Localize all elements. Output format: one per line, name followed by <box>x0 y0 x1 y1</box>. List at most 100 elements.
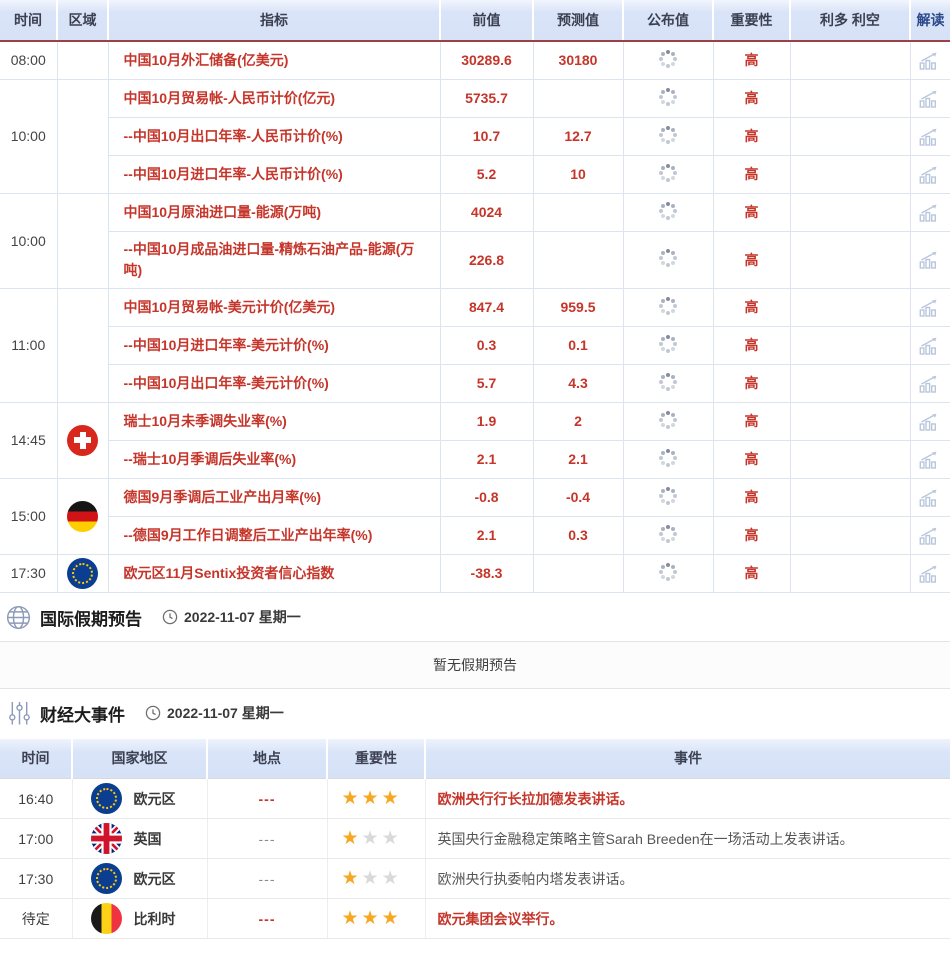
interpretation-cell[interactable] <box>910 231 950 288</box>
indicator-row: --中国10月出口年率-美元计价(%)5.74.3高 <box>0 364 950 402</box>
published-value-cell <box>623 478 713 516</box>
eu-flag-icon <box>91 863 122 894</box>
star-icon: ★ <box>362 868 379 889</box>
interpretation-cell[interactable] <box>910 440 950 478</box>
chart-icon[interactable] <box>919 564 941 583</box>
importance-cell: 高 <box>713 288 790 326</box>
chart-icon[interactable] <box>919 89 941 108</box>
events-table-body: 16:40欧元区---★★★欧洲央行行长拉加德发表讲话。17:00英国---★★… <box>0 779 950 939</box>
indicator-row: --中国10月进口年率-人民币计价(%)5.210高 <box>0 155 950 193</box>
col-header-previous: 前值 <box>440 0 533 41</box>
chart-icon[interactable] <box>919 450 941 469</box>
previous-value: 847.4 <box>440 288 533 326</box>
calendar-table-body: 08:00中国10月外汇储备(亿美元)30289.630180高10:00中国1… <box>0 41 950 592</box>
star-icon: ★ <box>362 788 379 809</box>
events-section-title: 财经大事件 <box>40 701 125 726</box>
chart-icon[interactable] <box>919 336 941 355</box>
published-value-cell <box>623 554 713 592</box>
chart-icon[interactable] <box>919 51 941 70</box>
indicator-name: --中国10月进口年率-人民币计价(%) <box>108 155 440 193</box>
event-row: 16:40欧元区---★★★欧洲央行行长拉加德发表讲话。 <box>0 779 950 819</box>
event-description: 英国央行金融稳定策略主管Sarah Breeden在一场活动上发表讲话。 <box>425 819 950 859</box>
time-cell: 15:00 <box>0 478 57 554</box>
events-header-row: 时间 国家地区 地点 重要性 事件 <box>0 739 950 779</box>
col-header-published: 公布值 <box>623 0 713 41</box>
globe-icon <box>6 605 31 630</box>
event-description: 欧洲央行执委帕内塔发表讲话。 <box>425 859 950 899</box>
col-header-forecast: 预测值 <box>533 0 623 41</box>
chart-icon[interactable] <box>919 488 941 507</box>
events-section-header: 财经大事件 2022-11-07 星期一 <box>0 689 950 737</box>
interpretation-cell[interactable] <box>910 41 950 79</box>
star-icon: ★ <box>382 828 399 849</box>
holiday-section-header: 国际假期预告 2022-11-07 星期一 <box>0 593 950 641</box>
holiday-section-title: 国际假期预告 <box>40 605 142 630</box>
region-cell <box>57 79 108 193</box>
interpretation-cell[interactable] <box>910 478 950 516</box>
importance-cell: 高 <box>713 554 790 592</box>
indicator-name: 德国9月季调后工业产出月率(%) <box>108 478 440 516</box>
forecast-value <box>533 231 623 288</box>
interpretation-cell[interactable] <box>910 402 950 440</box>
interpretation-cell[interactable] <box>910 554 950 592</box>
event-location: --- <box>207 859 327 899</box>
bias-cell <box>790 231 910 288</box>
published-value-cell <box>623 155 713 193</box>
bias-cell <box>790 155 910 193</box>
chart-icon[interactable] <box>919 250 941 269</box>
forecast-value: 10 <box>533 155 623 193</box>
loading-spinner-icon <box>666 133 670 137</box>
indicator-row: 11:00中国10月贸易帐-美元计价(亿美元)847.4959.5高 <box>0 288 950 326</box>
indicator-row: --中国10月成品油进口量-精炼石油产品-能源(万吨)226.8高 <box>0 231 950 288</box>
event-description[interactable]: 欧元集团会议举行。 <box>425 899 950 939</box>
holiday-empty-text: 暂无假期预告 <box>433 657 517 673</box>
importance-cell: 高 <box>713 364 790 402</box>
forecast-value: 2.1 <box>533 440 623 478</box>
chart-icon[interactable] <box>919 526 941 545</box>
ev-col-importance: 重要性 <box>327 739 425 779</box>
previous-value: 5.7 <box>440 364 533 402</box>
importance-stars: ★★★ <box>327 819 425 859</box>
chart-icon[interactable] <box>919 374 941 393</box>
event-location: --- <box>207 779 327 819</box>
previous-value: 30289.6 <box>440 41 533 79</box>
previous-value: 10.7 <box>440 117 533 155</box>
interpretation-cell[interactable] <box>910 155 950 193</box>
star-icon: ★ <box>342 908 359 929</box>
published-value-cell <box>623 117 713 155</box>
published-value-cell <box>623 364 713 402</box>
chart-icon[interactable] <box>919 412 941 431</box>
interpretation-cell[interactable] <box>910 516 950 554</box>
event-time: 16:40 <box>0 779 72 819</box>
ev-col-country: 国家地区 <box>72 739 207 779</box>
chart-icon[interactable] <box>919 127 941 146</box>
star-icon: ★ <box>342 868 359 889</box>
bias-cell <box>790 193 910 231</box>
importance-stars: ★★★ <box>327 779 425 819</box>
importance-cell: 高 <box>713 41 790 79</box>
interpretation-cell[interactable] <box>910 288 950 326</box>
loading-spinner-icon <box>666 256 670 260</box>
interpretation-cell[interactable] <box>910 364 950 402</box>
indicator-row: 10:00中国10月原油进口量-能源(万吨)4024高 <box>0 193 950 231</box>
chart-icon[interactable] <box>919 298 941 317</box>
interpretation-cell[interactable] <box>910 193 950 231</box>
published-value-cell <box>623 402 713 440</box>
interpretation-cell[interactable] <box>910 79 950 117</box>
chart-icon[interactable] <box>919 165 941 184</box>
event-description[interactable]: 欧洲央行行长拉加德发表讲话。 <box>425 779 950 819</box>
clock-icon <box>145 705 161 721</box>
importance-cell: 高 <box>713 516 790 554</box>
published-value-cell <box>623 326 713 364</box>
loading-spinner-icon <box>666 380 670 384</box>
indicator-name: 中国10月原油进口量-能源(万吨) <box>108 193 440 231</box>
interpretation-cell[interactable] <box>910 117 950 155</box>
indicator-name: 瑞士10月未季调失业率(%) <box>108 402 440 440</box>
event-row: 17:30欧元区---★★★欧洲央行执委帕内塔发表讲话。 <box>0 859 950 899</box>
bias-cell <box>790 478 910 516</box>
forecast-value: -0.4 <box>533 478 623 516</box>
chart-icon[interactable] <box>919 203 941 222</box>
previous-value: 2.1 <box>440 516 533 554</box>
star-icon: ★ <box>362 828 379 849</box>
interpretation-cell[interactable] <box>910 326 950 364</box>
